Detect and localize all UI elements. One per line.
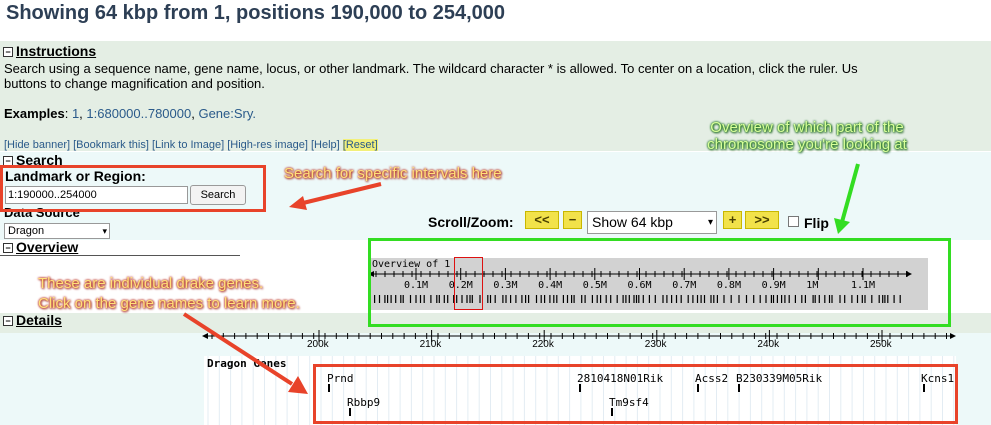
details-header[interactable]: − Details [3,312,62,328]
examples-line: Examples: 1, 1:680000..780000, Gene:Sry. [4,106,257,121]
overview-heading: Overview [16,239,79,255]
search-callout-arrow [289,182,382,210]
details-tick-label: 250k [870,339,892,350]
examples-label: Examples [4,106,65,121]
zoom-select[interactable]: Show 64 kbp ▾ [587,211,717,234]
details-tick-label: 220k [532,339,554,350]
collapse-icon[interactable]: − [3,47,13,57]
instructions-text-line1: Search using a sequence name, gene name,… [4,61,858,76]
overview-divider [0,255,240,256]
genes-callout-arrow [182,312,308,394]
flip-label: Flip [804,215,829,231]
genes-callout: These are individual drake genes. Click … [38,274,300,314]
link-to-image-link[interactable]: [Link to Image] [152,139,224,151]
overview-callout-line2: chromosome you're looking at [707,136,907,153]
details-tick-label: 230k [644,339,667,350]
bookmark-link[interactable]: [Bookmark this] [73,139,149,151]
zoom-in-button[interactable]: + [723,211,742,229]
example-link-1[interactable]: 1 [72,106,79,121]
details-heading: Details [16,312,62,328]
plus-icon: + [728,212,737,227]
double-chevron-left-icon: << [534,212,550,227]
instructions-heading: Instructions [16,43,97,59]
dropdown-arrow-icon: ▾ [102,226,107,236]
instructions-header[interactable]: − Instructions [3,43,96,59]
genes-highlight-box [313,364,958,424]
example-link-2[interactable]: 1:680000..780000 [86,106,191,121]
details-tick-label: 210k [419,339,442,350]
zoom-out-button[interactable]: − [563,211,582,229]
search-highlight-box [0,165,266,212]
toolbar-links: [Hide banner] [Bookmark this] [Link to I… [4,139,378,151]
instructions-text: Search using a sequence name, gene name,… [4,61,858,91]
reset-link[interactable]: [Reset] [342,139,378,151]
scroll-right-far-button[interactable]: >> [745,211,779,229]
overview-callout-arrow [834,163,860,234]
collapse-icon[interactable]: − [3,316,13,326]
help-link[interactable]: [Help] [311,139,340,151]
genes-callout-line1: These are individual drake genes. [38,275,264,292]
overview-callout: Overview of which part of the chromosome… [672,119,942,153]
high-res-image-link[interactable]: [High-res image] [227,139,308,151]
data-source-value: Dragon [8,225,45,237]
flip-checkbox[interactable] [788,216,799,227]
collapse-icon[interactable]: − [3,243,13,253]
details-tick-label: 240k [757,339,780,350]
example-link-3[interactable]: Gene:Sry. [198,106,256,121]
hide-banner-link[interactable]: [Hide banner] [4,139,70,151]
zoom-select-value: Show 64 kbp [592,214,673,230]
overview-callout-line1: Overview of which part of the [710,119,904,136]
page-title: Showing 64 kbp from 1, positions 190,000… [6,2,506,24]
data-source-select[interactable]: Dragon ▾ [4,223,110,239]
instructions-text-line2: buttons to change magnification and posi… [4,76,265,91]
scroll-left-far-button[interactable]: << [525,211,559,229]
minus-icon: − [568,212,577,227]
dropdown-arrow-icon: ▾ [707,217,713,228]
overview-header[interactable]: − Overview [3,239,78,255]
overview-highlight-box [368,238,951,327]
double-chevron-right-icon: >> [754,212,770,227]
scroll-zoom-label: Scroll/Zoom: [428,214,514,230]
